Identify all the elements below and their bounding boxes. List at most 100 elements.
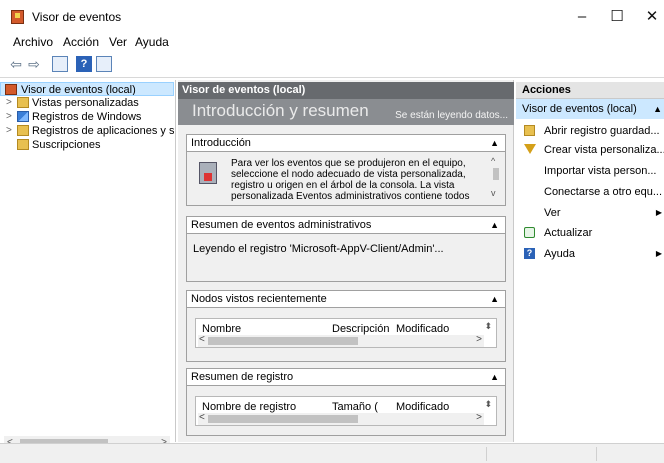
menu-archivo[interactable]: Archivo [13,35,53,49]
grid-horizontal-scrollbar[interactable]: < > [198,334,484,347]
scrollbar-thumb[interactable] [493,168,499,180]
action-label: Abrir registro guardad... [544,125,660,137]
section-admin-events: Resumen de eventos administrativos ▲ Ley… [186,216,506,282]
tree-item-label: Visor de eventos (local) [21,84,136,96]
tree-item-app-service-logs[interactable]: > Registros de aplicaciones y s [0,124,174,138]
overview-banner: Introducción y resumen Se están leyendo … [178,99,514,125]
section-title: Resumen de registro [191,371,294,383]
center-pane-header: Visor de eventos (local) [178,82,514,99]
help-icon[interactable]: ? [76,56,92,72]
menu-ayuda[interactable]: Ayuda [135,35,169,49]
section-body: Nombre Descripción Modificado ⬍ < > [186,308,506,362]
collapse-icon[interactable]: ▲ [490,217,499,233]
section-log-summary: Resumen de registro ▲ Nombre de registro… [186,368,506,436]
sort-icon[interactable]: ⬍ [484,399,492,410]
section-body: Nombre de registro Tamaño ( Modificado ⬍… [186,386,506,436]
action-refresh[interactable]: Actualizar [516,224,664,242]
section-body: Leyendo el registro 'Microsoft-AppV-Clie… [186,234,506,282]
admin-loading-text: Leyendo el registro 'Microsoft-AppV-Clie… [193,243,444,255]
close-button[interactable]: ✕ [637,6,664,28]
scroll-up-icon[interactable]: ^ [491,156,495,166]
chevron-right-icon[interactable]: > [6,124,12,138]
action-open-saved-log[interactable]: Abrir registro guardad... [516,122,664,140]
column-header-tamano[interactable]: Tamaño ( [332,401,378,413]
section-header[interactable]: Resumen de eventos administrativos ▲ [186,216,506,234]
open-folder-icon [524,125,535,136]
column-header-nombre[interactable]: Nombre [202,323,241,335]
window-title: Visor de eventos [32,10,122,24]
tree-item-subscriptions[interactable]: Suscripciones [0,138,174,152]
collapse-icon[interactable]: ▲ [490,291,499,307]
collapse-icon[interactable]: ▲ [490,369,499,385]
scroll-right-icon[interactable]: > [476,412,482,423]
status-divider [486,447,487,461]
event-viewer-app-icon [11,10,24,24]
tree-item-event-viewer-local[interactable]: Visor de eventos (local) [0,82,174,96]
action-view[interactable]: Ver ▶ [516,204,664,222]
event-log-icon [199,162,217,184]
section-header[interactable]: Resumen de registro ▲ [186,368,506,386]
action-import-custom-view[interactable]: Importar vista person... [516,162,664,180]
action-label: Importar vista person... [544,165,657,177]
section-header[interactable]: Introducción ▲ [186,134,506,152]
intro-vertical-scrollbar[interactable]: ^ v [491,156,501,198]
menu-ver[interactable]: Ver [109,35,127,49]
action-help[interactable]: ? Ayuda ▶ [516,245,664,263]
toolbar: ⇦ ⇨ ? [0,52,664,78]
tree-item-windows-logs[interactable]: > Registros de Windows [0,110,174,124]
console-tree: Visor de eventos (local) > Vistas person… [0,80,176,450]
maximize-button[interactable]: ☐ [602,6,632,28]
center-pane: Visor de eventos (local) Introducción y … [178,80,514,442]
collapse-icon[interactable]: ▲ [490,135,499,151]
column-header-modificado[interactable]: Modificado [396,323,449,335]
scrollbar-thumb[interactable] [208,415,358,423]
action-label: Actualizar [544,227,593,239]
loading-status: Se están leyendo datos... [395,110,508,121]
action-create-custom-view[interactable]: Crear vista personaliza... [516,141,664,159]
show-hide-tree-icon[interactable] [52,56,68,72]
refresh-icon [524,227,535,238]
collapse-icon[interactable]: ▲ [653,99,662,119]
scrollbar-thumb[interactable] [208,337,358,345]
chevron-right-icon[interactable]: > [6,96,12,110]
arrow-right-icon[interactable]: ⇨ [26,56,42,72]
status-bar [0,443,664,463]
section-title: Nodos vistos recientemente [191,293,327,305]
intro-description: Para ver los eventos que se produjeron e… [231,158,470,202]
section-title: Resumen de eventos administrativos [191,219,372,231]
grid-horizontal-scrollbar[interactable]: < > [198,412,484,425]
tree-item-label: Suscripciones [32,139,101,151]
banner-title: Introducción y resumen [192,101,369,120]
help-icon: ? [524,248,535,259]
chevron-right-icon[interactable]: > [6,110,12,124]
show-hide-actions-icon[interactable] [96,56,112,72]
column-header-modificado[interactable]: Modificado [396,401,449,413]
menu-accion[interactable]: Acción [63,35,99,49]
event-viewer-icon [5,84,17,95]
scroll-right-icon[interactable]: > [476,334,482,345]
action-connect-other-computer[interactable]: Conectarse a otro equ... [516,183,664,201]
menu-bar: Archivo Acción Ver Ayuda [0,32,664,52]
sort-icon[interactable]: ⬍ [484,321,492,332]
section-header[interactable]: Nodos vistos recientemente ▲ [186,290,506,308]
status-divider [596,447,597,461]
column-header-nombre-de-registro[interactable]: Nombre de registro [202,401,296,413]
section-recent-nodes: Nodos vistos recientemente ▲ Nombre Desc… [186,290,506,362]
column-header-descripcion[interactable]: Descripción [332,323,389,335]
actions-group-label: Visor de eventos (local) [522,103,637,115]
tree-item-label: Registros de aplicaciones y s [32,125,174,137]
scroll-left-icon[interactable]: < [199,412,205,423]
scroll-down-icon[interactable]: v [491,188,496,198]
folder-icon [17,97,29,108]
recent-nodes-grid[interactable]: Nombre Descripción Modificado ⬍ < > [195,318,497,348]
title-bar: Visor de eventos – ☐ ✕ [0,0,664,32]
action-label: Crear vista personaliza... [544,144,664,156]
arrow-left-icon[interactable]: ⇦ [8,56,24,72]
log-summary-grid[interactable]: Nombre de registro Tamaño ( Modificado ⬍… [195,396,497,426]
scroll-left-icon[interactable]: < [199,334,205,345]
submenu-arrow-icon: ▶ [655,249,662,258]
section-body: Para ver los eventos que se produjeron e… [186,152,506,206]
tree-item-custom-views[interactable]: > Vistas personalizadas [0,96,174,110]
actions-group-header[interactable]: Visor de eventos (local) ▲ [516,99,664,119]
minimize-button[interactable]: – [567,6,597,28]
